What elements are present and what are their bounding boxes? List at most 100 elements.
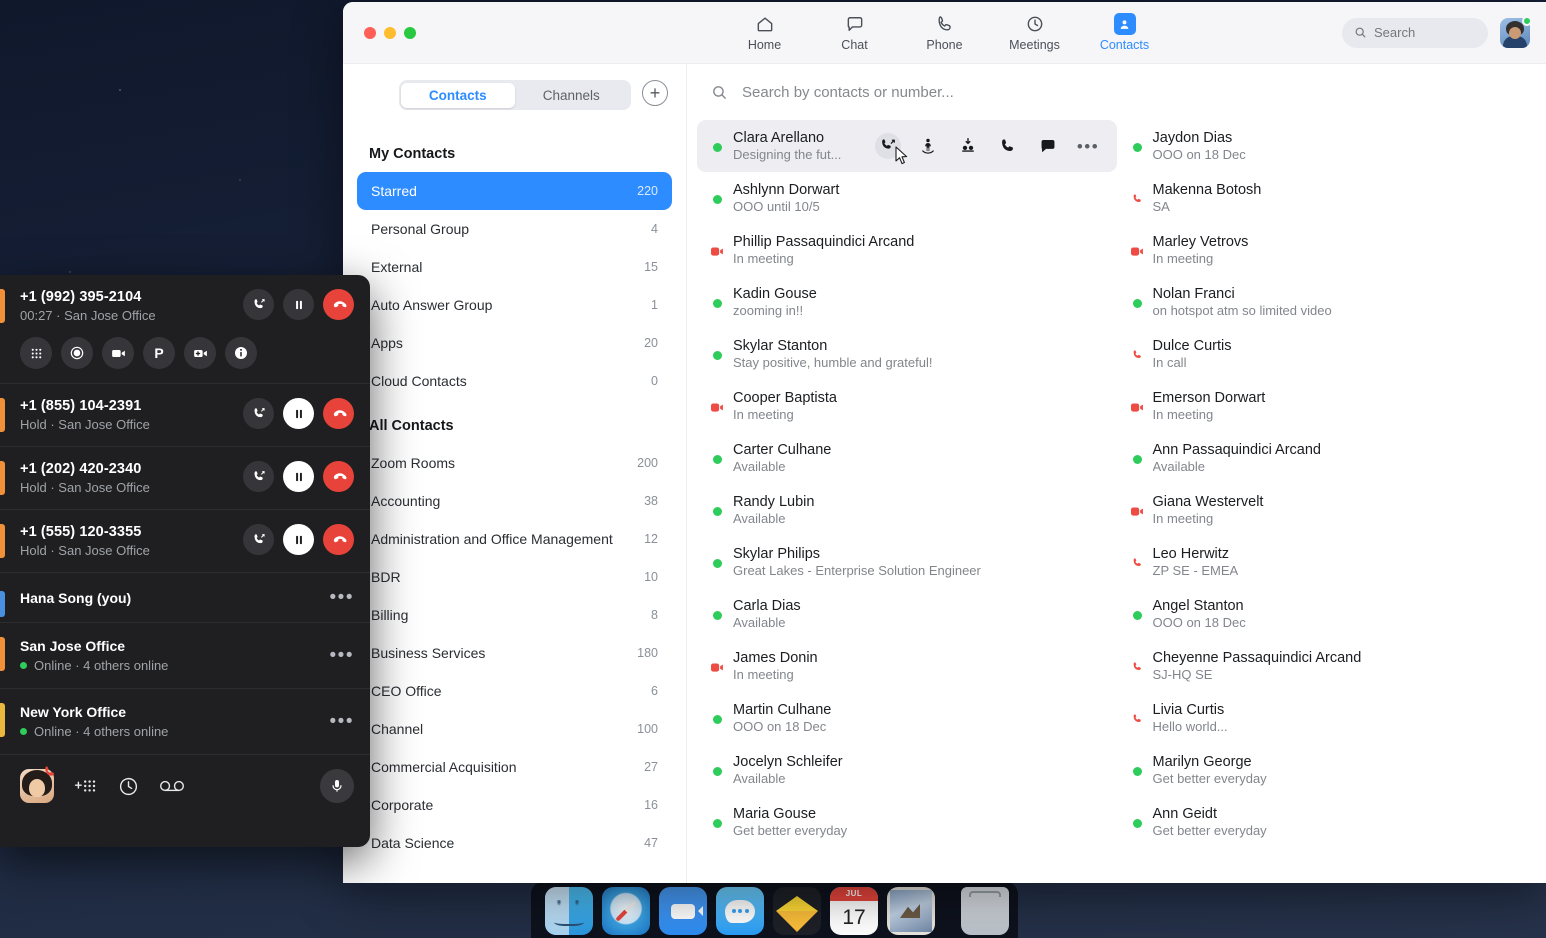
dock-item-messages[interactable] [716,887,764,935]
contact-row[interactable]: Angel StantonOOO on 18 Dec [1117,588,1537,640]
more-options-icon[interactable]: ••• [330,712,354,731]
tab-channels[interactable]: Channels [515,83,629,108]
contact-row[interactable]: Skylar PhilipsGreat Lakes - Enterprise S… [697,536,1117,588]
sidebar-item-accounting[interactable]: Accounting 38 [357,482,672,520]
sidebar-item-commercial-acquisition[interactable]: Commercial Acquisition 27 [357,748,672,786]
contact-row[interactable]: Ashlynn DorwartOOO until 10/5 [697,172,1117,224]
nav-item-meetings[interactable]: Meetings [1004,13,1066,52]
held-call-row[interactable]: +1 (855) 104-2391 Hold · San Jose Office [0,384,370,447]
transfer-call-button[interactable] [243,398,274,429]
contact-row[interactable]: Emerson DorwartIn meeting [1117,380,1537,432]
held-call-row[interactable]: +1 (555) 120-3355 Hold · San Jose Office [0,510,370,573]
park-icon[interactable]: P [143,337,175,369]
contact-row[interactable]: Skylar StantonStay positive, humble and … [697,328,1117,380]
contact-row[interactable]: Jocelyn SchleiferAvailable [697,744,1117,796]
nav-item-chat[interactable]: Chat [824,13,886,52]
phone-call-icon[interactable] [995,133,1021,159]
sidebar-item-bdr[interactable]: BDR 10 [357,558,672,596]
contact-row[interactable]: Nolan Francion hotspot atm so limited vi… [1117,276,1537,328]
global-search-input[interactable]: Search [1342,18,1488,48]
sidebar-item-administration[interactable]: Administration and Office Management 12 [357,520,672,558]
sidebar-item-zoom-rooms[interactable]: Zoom Rooms 200 [357,444,672,482]
dock-item-finder[interactable] [545,887,593,935]
sidebar-item-data-science[interactable]: Data Science 47 [357,824,672,862]
end-call-button[interactable] [323,398,354,429]
more-options-icon[interactable]: ••• [1075,133,1101,159]
contact-row[interactable]: Randy LubinAvailable [697,484,1117,536]
video-icon[interactable] [102,337,134,369]
transfer-call-button[interactable] [243,461,274,492]
add-video-icon[interactable] [184,337,216,369]
sidebar-item-cloud-contacts[interactable]: Cloud Contacts 0 [357,362,672,400]
transfer-call-button[interactable] [243,524,274,555]
more-options-icon[interactable]: ••• [330,588,354,607]
user-avatar[interactable] [1500,18,1530,48]
sidebar-item-external[interactable]: External 15 [357,248,672,286]
hold-call-button[interactable] [283,289,314,320]
resume-call-button[interactable] [283,398,314,429]
contact-row[interactable]: Ann GeidtGet better everyday [1117,796,1537,848]
dock-item-trash[interactable] [961,887,1009,935]
add-contact-button[interactable]: + [642,80,668,106]
line-row-hana-song[interactable]: Hana Song (you) ••• [0,573,370,623]
invite-to-meeting-icon[interactable] [915,133,941,159]
contact-row[interactable]: Martin CulhaneOOO on 18 Dec [697,692,1117,744]
transfer-call-button[interactable] [243,289,274,320]
sidebar-item-auto-answer-group[interactable]: Auto Answer Group 1 [357,286,672,324]
contact-row[interactable]: Clara ArellanoDesigning the fut...••• [697,120,1117,172]
end-call-button[interactable] [323,524,354,555]
held-call-row[interactable]: +1 (202) 420-2340 Hold · San Jose Office [0,447,370,510]
contact-row[interactable]: Marilyn GeorgeGet better everyday [1117,744,1537,796]
contact-row[interactable]: Carter CulhaneAvailable [697,432,1117,484]
call-history-icon[interactable] [118,776,139,797]
info-icon[interactable] [225,337,257,369]
contact-row[interactable]: James DoninIn meeting [697,640,1117,692]
park-call-icon[interactable] [955,133,981,159]
resume-call-button[interactable] [283,461,314,492]
dock-item-zoom[interactable] [659,887,707,935]
contact-row[interactable]: Makenna BotoshSA [1117,172,1537,224]
contact-row[interactable]: Marley VetrovsIn meeting [1117,224,1537,276]
contact-row[interactable]: Cooper BaptistaIn meeting [697,380,1117,432]
sidebar-item-personal-group[interactable]: Personal Group 4 [357,210,672,248]
dock-item-calendar[interactable]: JUL 17 [830,887,878,935]
mic-button[interactable] [320,769,354,803]
dock-item-safari[interactable] [602,887,650,935]
dock-item-sketch[interactable] [773,887,821,935]
line-row-new-york-office[interactable]: New York Office Online · 4 others online… [0,689,370,755]
sidebar-item-ceo-office[interactable]: CEO Office 6 [357,672,672,710]
contact-row[interactable]: Jaydon DiasOOO on 18 Dec [1117,120,1537,172]
record-icon[interactable] [61,337,93,369]
sidebar-item-corporate[interactable]: Corporate 16 [357,786,672,824]
sidebar-item-apps[interactable]: Apps 20 [357,324,672,362]
contacts-search-bar[interactable]: Search by contacts or number... [687,64,1546,120]
sidebar-item-business-services[interactable]: Business Services 180 [357,634,672,672]
sidebar-item-billing[interactable]: Billing 8 [357,596,672,634]
contact-row[interactable]: Maria GouseGet better everyday [697,796,1117,848]
contact-row[interactable]: Carla DiasAvailable [697,588,1117,640]
end-call-button[interactable] [323,461,354,492]
nav-item-contacts[interactable]: Contacts [1094,13,1156,52]
minimize-window-button[interactable] [384,27,396,39]
contact-row[interactable]: Ann Passaquindici ArcandAvailable [1117,432,1537,484]
voicemail-icon[interactable] [159,778,185,794]
close-window-button[interactable] [364,27,376,39]
dock-item-photos[interactable] [887,887,935,935]
chat-icon[interactable] [1035,133,1061,159]
sidebar-item-channel[interactable]: Channel 100 [357,710,672,748]
sidebar-item-starred[interactable]: Starred 220 [357,172,672,210]
contact-row[interactable]: Kadin Gousezooming in!! [697,276,1117,328]
nav-item-home[interactable]: Home [734,13,796,52]
my-avatar[interactable] [20,769,54,803]
contact-row[interactable]: Cheyenne Passaquindici ArcandSJ-HQ SE [1117,640,1537,692]
contact-row[interactable]: Livia CurtisHello world... [1117,692,1537,744]
tab-contacts[interactable]: Contacts [401,83,515,108]
add-dialpad-icon[interactable] [74,776,98,796]
active-call-row[interactable]: +1 (992) 395-2104 00:27 · San Jose Offic… [0,275,370,384]
resume-call-button[interactable] [283,524,314,555]
line-row-san-jose-office[interactable]: San Jose Office Online · 4 others online… [0,623,370,689]
more-options-icon[interactable]: ••• [330,646,354,665]
contact-row[interactable]: Dulce CurtisIn call [1117,328,1537,380]
contact-row[interactable]: Leo HerwitzZP SE - EMEA [1117,536,1537,588]
keypad-icon[interactable] [20,337,52,369]
